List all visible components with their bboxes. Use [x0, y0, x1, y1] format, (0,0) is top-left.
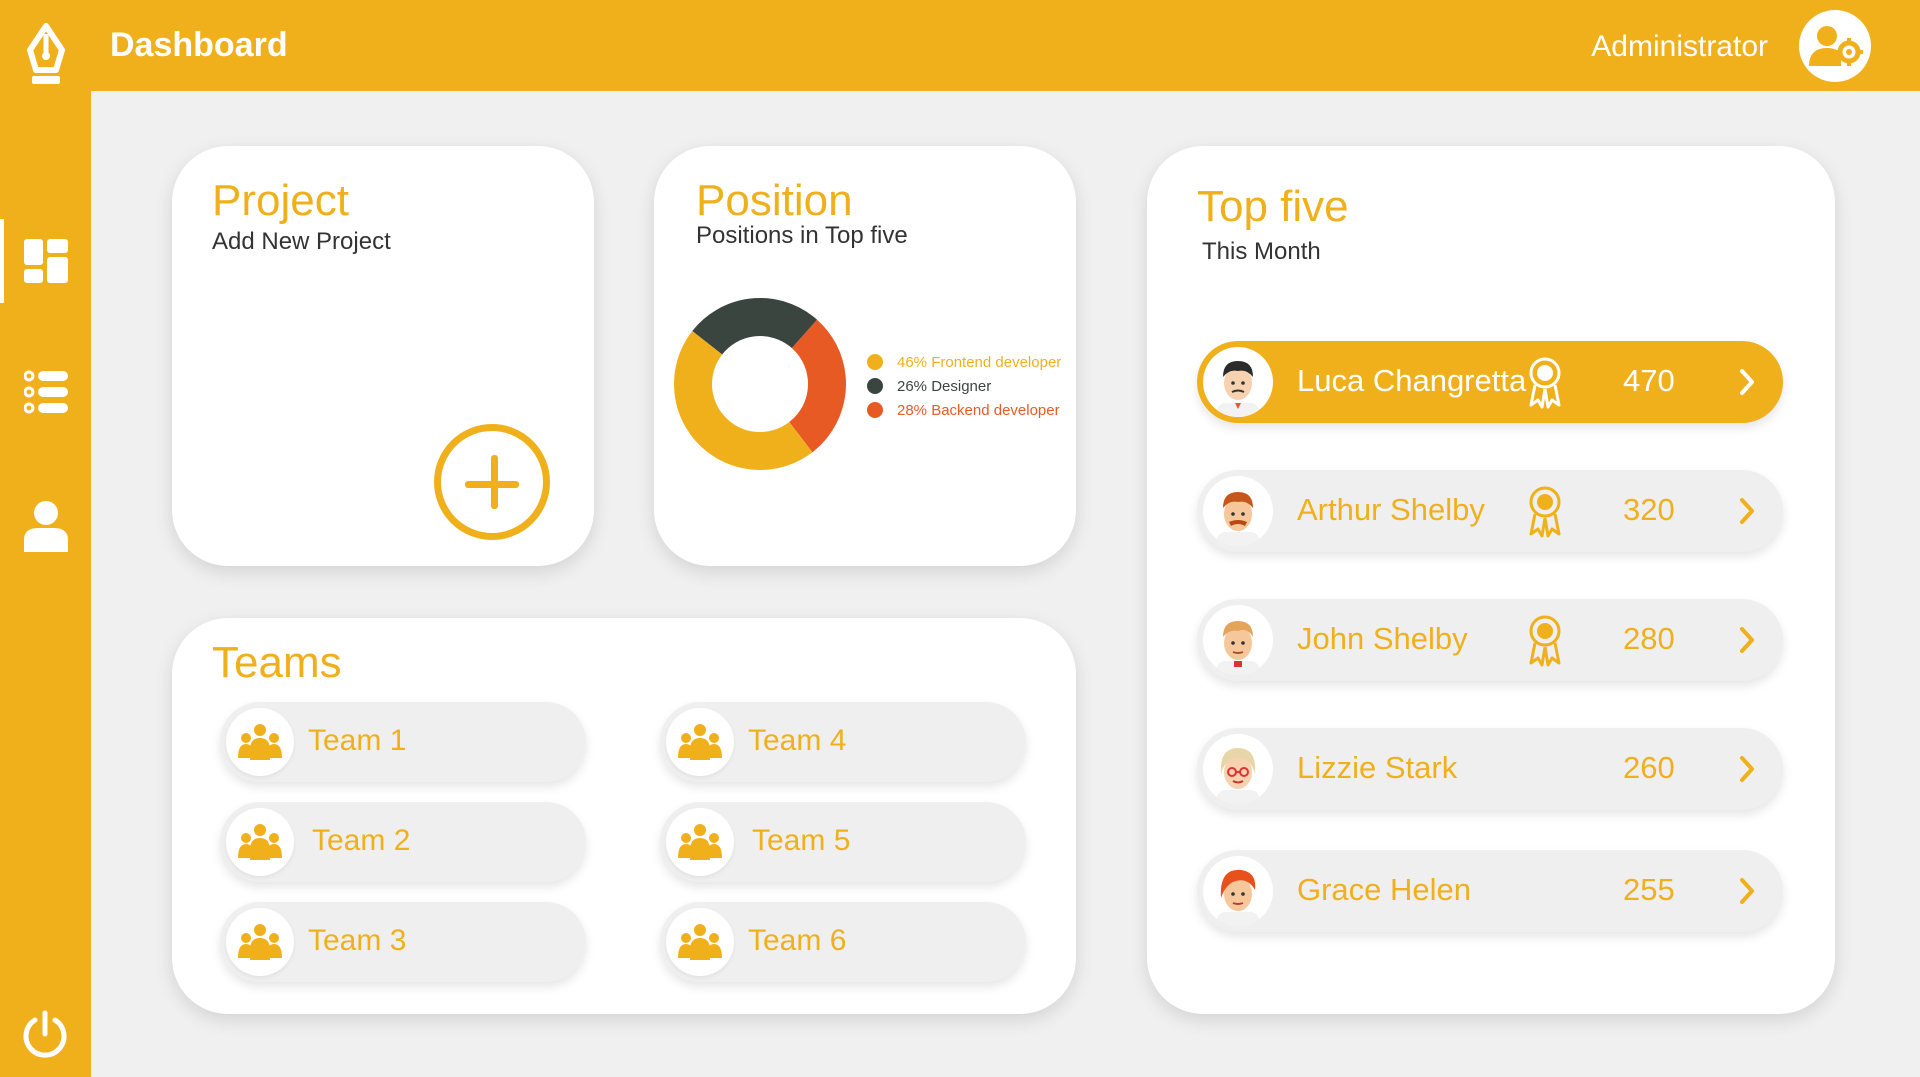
chevron-right-icon: [1740, 756, 1754, 782]
ranking-name: John Shelby: [1297, 621, 1468, 656]
position-donut-chart: [674, 298, 846, 470]
team-item-5[interactable]: Team 5: [660, 802, 1026, 882]
team-group-icon: [226, 908, 294, 976]
power-icon: [23, 1010, 67, 1058]
project-card: Project Add New Project: [172, 146, 594, 566]
team-label: Team 5: [752, 824, 851, 857]
sidebar-item-profile[interactable]: [0, 484, 91, 568]
avatar: [1203, 856, 1273, 926]
list-icon: [23, 370, 68, 414]
team-item-2[interactable]: Team 2: [220, 802, 586, 882]
project-title: Project: [212, 176, 349, 225]
project-subtitle: Add New Project: [212, 228, 391, 255]
team-label: Team 6: [748, 924, 847, 957]
team-label: Team 4: [748, 724, 847, 757]
chevron-right-icon: [1740, 878, 1754, 904]
ranking-name: Lizzie Stark: [1297, 750, 1458, 785]
team-group-icon: [226, 708, 294, 776]
team-group-icon: [666, 908, 734, 976]
sidebar-item-list[interactable]: [0, 350, 91, 434]
top-five-card: Top five This Month Luca Changretta 470: [1147, 146, 1835, 1014]
ranking-name: Luca Changretta: [1297, 363, 1527, 398]
team-item-1[interactable]: Team 1: [220, 702, 586, 782]
top-five-subtitle: This Month: [1202, 238, 1321, 265]
team-item-3[interactable]: Team 3: [220, 902, 586, 982]
award-ribbon-icon: [1529, 615, 1561, 667]
team-item-4[interactable]: Team 4: [660, 702, 1026, 782]
dashboard-icon: [23, 239, 68, 283]
team-group-icon: [226, 808, 294, 876]
award-ribbon-icon: [1529, 486, 1561, 538]
team-label: Team 2: [312, 824, 411, 857]
user-gear-icon: [1809, 26, 1863, 66]
chart-legend: 46% Frontend developer 26% Designer 28% …: [867, 350, 1061, 422]
legend-dot: [867, 354, 883, 370]
ranking-score: 320: [1623, 492, 1675, 527]
position-title: Position: [696, 176, 853, 225]
ranking-score: 260: [1623, 750, 1675, 785]
ranking-name: Grace Helen: [1297, 872, 1472, 907]
team-group-icon: [666, 708, 734, 776]
award-ribbon-icon: [1529, 357, 1561, 409]
avatar: [1203, 347, 1273, 417]
position-subtitle: Positions in Top five: [696, 222, 908, 249]
ranking-score: 255: [1623, 872, 1675, 907]
legend-item-designer: 26% Designer: [867, 374, 1061, 398]
fountain-pen-logo-icon: [16, 22, 76, 92]
legend-item-backend: 28% Backend developer: [867, 398, 1061, 422]
sidebar-item-dashboard[interactable]: [0, 219, 91, 303]
legend-label: 26% Designer: [897, 377, 992, 395]
page-title: Dashboard: [110, 26, 288, 64]
ranking-row-4[interactable]: Lizzie Stark 260: [1197, 728, 1783, 810]
team-label: Team 3: [308, 924, 407, 957]
chevron-right-icon: [1740, 627, 1754, 653]
user-name: Administrator: [1591, 30, 1768, 63]
team-label: Team 1: [308, 724, 407, 757]
admin-avatar[interactable]: [1799, 10, 1871, 82]
add-project-button[interactable]: [434, 424, 550, 540]
team-group-icon: [666, 808, 734, 876]
teams-title: Teams: [212, 638, 342, 687]
ranking-name: Arthur Shelby: [1297, 492, 1485, 527]
legend-dot: [867, 402, 883, 418]
ranking-row-5[interactable]: Grace Helen 255: [1197, 850, 1783, 932]
top-five-title: Top five: [1197, 182, 1349, 231]
team-item-6[interactable]: Team 6: [660, 902, 1026, 982]
ranking-score: 280: [1623, 621, 1675, 656]
chevron-right-icon: [1740, 369, 1754, 395]
logout-button[interactable]: [22, 1010, 68, 1058]
teams-card: Teams Team 1 Team 2 Team 3 Team 4 Team 5…: [172, 618, 1076, 1014]
avatar: [1203, 476, 1273, 546]
legend-item-frontend: 46% Frontend developer: [867, 350, 1061, 374]
avatar: [1203, 605, 1273, 675]
chevron-right-icon: [1740, 498, 1754, 524]
legend-label: 46% Frontend developer: [897, 353, 1062, 371]
ranking-score: 470: [1623, 363, 1675, 398]
position-card: Position Positions in Top five 46% Front…: [654, 146, 1076, 566]
ranking-row-3[interactable]: John Shelby 280: [1197, 599, 1783, 681]
ranking-row-1[interactable]: Luca Changretta 470: [1197, 341, 1783, 423]
ranking-row-2[interactable]: Arthur Shelby 320: [1197, 470, 1783, 552]
legend-dot: [867, 378, 883, 394]
legend-label: 28% Backend developer: [897, 401, 1060, 419]
user-icon: [23, 501, 68, 552]
avatar: [1203, 734, 1273, 804]
